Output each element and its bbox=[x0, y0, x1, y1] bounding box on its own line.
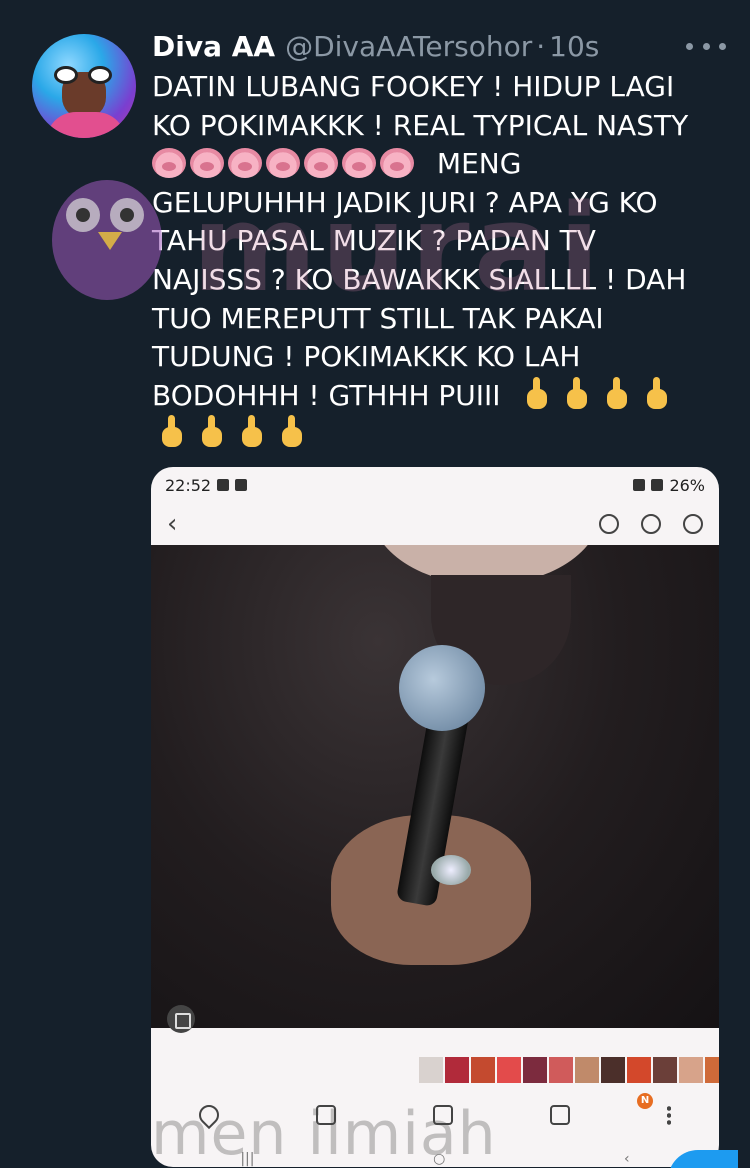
home-icon: ○ bbox=[433, 1151, 446, 1167]
photo-content bbox=[151, 545, 719, 1028]
tweet-line: BODOHHH ! GTHHH PUIII bbox=[152, 376, 732, 416]
eye-icon bbox=[641, 514, 661, 534]
header-separator: · bbox=[536, 30, 546, 63]
delete-icon bbox=[549, 1105, 570, 1125]
gallery-thumbnail bbox=[523, 1057, 547, 1083]
middle-finger-icon bbox=[605, 376, 629, 411]
gallery-thumbnail bbox=[575, 1057, 599, 1083]
share-icon bbox=[432, 1105, 453, 1125]
tweet-line: DATIN LUBANG FOOKEY ! HIDUP LAGI bbox=[152, 70, 675, 103]
tweet-line bbox=[152, 415, 732, 454]
ring bbox=[431, 855, 471, 885]
gallery-thumbnail bbox=[549, 1057, 573, 1083]
pig-face-icon bbox=[152, 148, 186, 179]
pig-face-icon bbox=[304, 148, 338, 179]
system-nav-bar: ||| ○ ‹ bbox=[151, 1151, 719, 1167]
notification-badge: N bbox=[637, 1093, 653, 1109]
phone-status-bar: 22:52 26% bbox=[151, 467, 719, 503]
avatar-shirt bbox=[46, 112, 126, 138]
avatar-glasses bbox=[54, 66, 114, 84]
status-time: 22:52 bbox=[165, 475, 212, 495]
nav-back-icon: ‹ bbox=[624, 1151, 630, 1167]
tweet-text: DATIN LUBANG FOOKEY ! HIDUP LAGI KO POKI… bbox=[152, 68, 732, 454]
tweet-line: GELUPUHHH JADIK JURI ? APA YG KO bbox=[152, 185, 658, 219]
tweet-line: MENG bbox=[152, 145, 732, 184]
pig-face-icon bbox=[266, 148, 300, 179]
middle-finger-icon bbox=[200, 415, 224, 449]
pig-emoji-row bbox=[152, 147, 418, 180]
gallery-thumbnail bbox=[627, 1057, 651, 1083]
edit-icon bbox=[316, 1105, 337, 1125]
bixby-vision-icon bbox=[683, 514, 703, 534]
tweet-line: TUO MEREPUTT STILL TAK PAKAI bbox=[152, 301, 604, 335]
remaster-icon bbox=[599, 514, 619, 534]
gallery-icon bbox=[217, 479, 230, 491]
author-name[interactable]: Diva AA bbox=[152, 30, 275, 63]
back-icon: ‹ bbox=[167, 509, 178, 539]
pig-face-icon bbox=[228, 148, 262, 179]
gallery-thumbnail bbox=[705, 1057, 719, 1083]
signal-icon bbox=[651, 479, 664, 491]
tweet-line: TAHU PASAL MUZIK ? PADAN TV bbox=[152, 224, 596, 258]
gallery-thumbnail bbox=[471, 1057, 495, 1083]
middle-finger-icon bbox=[240, 415, 264, 449]
finger-emoji-row bbox=[517, 376, 677, 412]
viewer-nav-bar: ‹ bbox=[151, 503, 719, 545]
author-handle[interactable]: @DivaAATersohor bbox=[285, 30, 532, 63]
gallery-thumbnail bbox=[445, 1057, 469, 1083]
pig-face-icon bbox=[342, 148, 376, 179]
gallery-thumbnail bbox=[601, 1057, 625, 1083]
thumbnail-strip bbox=[419, 1057, 719, 1087]
tweet-media-image[interactable]: 22:52 26% ‹ men ilmiah N ||| ○ ‹ bbox=[151, 467, 719, 1167]
finger-emoji-row bbox=[152, 415, 312, 450]
owl-logo-icon bbox=[52, 180, 162, 300]
middle-finger-icon bbox=[525, 376, 549, 411]
recents-icon: ||| bbox=[240, 1151, 255, 1167]
author-avatar[interactable] bbox=[32, 34, 136, 138]
viewer-actions bbox=[151, 1095, 719, 1135]
tweet-timestamp[interactable]: 10s bbox=[549, 30, 599, 63]
tweet-header: Diva AA @DivaAATersohor · 10s bbox=[152, 30, 599, 66]
expand-icon bbox=[167, 1005, 195, 1033]
gallery-thumbnail bbox=[679, 1057, 703, 1083]
microphone bbox=[399, 645, 485, 731]
tweet-line: KO POKIMAKKK ! REAL TYPICAL NASTY bbox=[152, 108, 689, 142]
more-vertical-icon bbox=[666, 1105, 671, 1125]
gallery-thumbnail bbox=[653, 1057, 677, 1083]
middle-finger-icon bbox=[645, 376, 669, 411]
wifi-icon bbox=[633, 479, 646, 491]
gallery-thumbnail bbox=[419, 1057, 443, 1083]
pig-face-icon bbox=[380, 148, 414, 179]
middle-finger-icon bbox=[160, 415, 184, 449]
battery-level: 26% bbox=[669, 475, 705, 495]
middle-finger-icon bbox=[565, 376, 589, 411]
more-options-icon[interactable] bbox=[686, 30, 726, 62]
heart-icon bbox=[195, 1100, 224, 1130]
tweet-line: TUDUNG ! POKIMAKKK KO LAH bbox=[152, 340, 581, 374]
tweet: Diva AA @DivaAATersohor · 10s DATIN LUBA… bbox=[0, 0, 750, 1168]
tweet-line-text: MENG bbox=[436, 147, 522, 181]
middle-finger-icon bbox=[280, 415, 304, 449]
tweet-line-text: BODOHHH ! GTHHH PUIII bbox=[152, 378, 501, 412]
send-icon bbox=[235, 479, 248, 491]
pig-face-icon bbox=[190, 148, 224, 179]
tweet-line: NAJISSS ? KO BAWAKKK SIALLLL ! DAH bbox=[152, 262, 687, 296]
gallery-thumbnail bbox=[497, 1057, 521, 1083]
